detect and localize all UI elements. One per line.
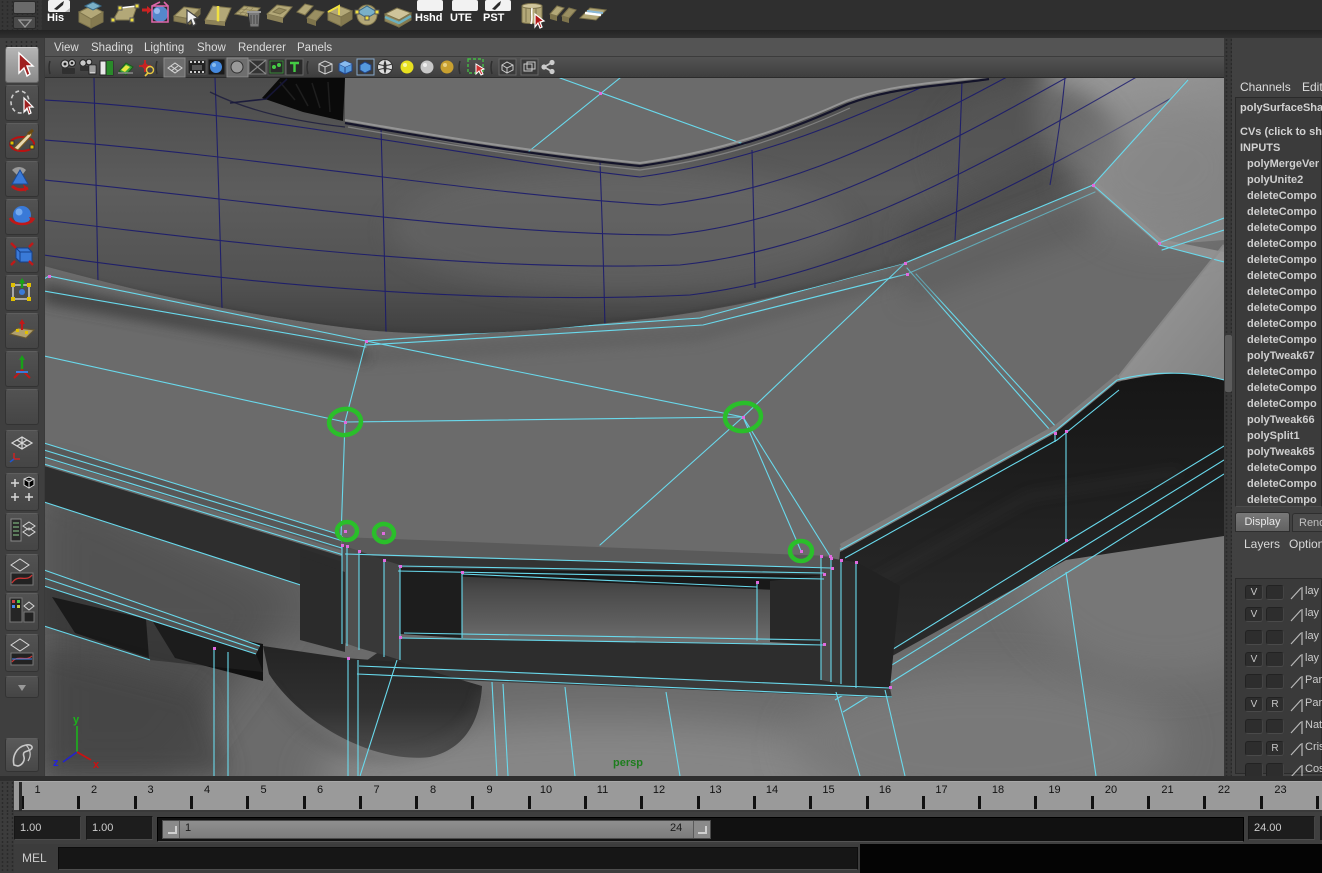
svg-text:His: His xyxy=(47,12,64,24)
svg-text:x: x xyxy=(93,759,100,771)
svg-text:UTE: UTE xyxy=(450,12,472,24)
svg-text:z: z xyxy=(53,757,59,769)
svg-text:Hshd: Hshd xyxy=(415,12,443,24)
svg-text:persp: persp xyxy=(613,757,643,769)
svg-text:PST: PST xyxy=(483,12,505,24)
svg-text:y: y xyxy=(73,714,80,726)
